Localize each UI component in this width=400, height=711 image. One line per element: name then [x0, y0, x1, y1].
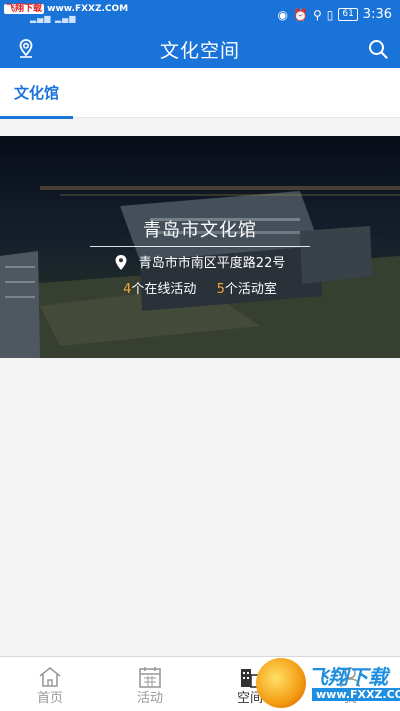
- map-pin-icon: [115, 255, 127, 270]
- venue-card[interactable]: 青岛市文化馆 青岛市市南区平度路22号 4个在线活动 5个活动室: [0, 136, 400, 358]
- signal-icon: ▂▄▆ ▂▄▆: [30, 14, 77, 23]
- page-title: 文化空间: [159, 40, 240, 62]
- online-activities-stat: 4个在线活动: [123, 282, 196, 297]
- rooms-label: 个活动室: [224, 282, 277, 297]
- battery-icon: 61: [338, 8, 358, 21]
- search-icon: [369, 40, 388, 59]
- search-button[interactable]: [366, 37, 390, 61]
- status-icons: ◉ ⏰ ⚲ ▯ 61 3:36: [278, 7, 393, 22]
- watermark-text: 飞翔下载: [308, 665, 388, 689]
- watermark-badge: 飞翔下载 www.FXXZ.COM: [252, 655, 400, 711]
- venue-divider: [90, 246, 310, 247]
- vibrate-icon: ▯: [326, 7, 334, 22]
- app-header: 文化空间: [0, 28, 400, 68]
- watermark-url-label: www.FXXZ.COM: [47, 4, 129, 14]
- tab-cultural-center[interactable]: 文化馆: [0, 68, 73, 119]
- alarm-icon: ⏰: [292, 7, 308, 22]
- watermark-logo: [256, 658, 306, 708]
- online-activities-label: 个在线活动: [131, 282, 197, 297]
- status-bar: 飞翔下载 www.FXXZ.COM ▂▄▆ ▂▄▆ ◉ ⏰ ⚲ ▯ 61 3:3…: [0, 0, 400, 28]
- card-overlay: [0, 136, 400, 358]
- tab-active-indicator: [0, 116, 73, 119]
- nav-label-activities: 活动: [136, 691, 163, 706]
- nav-label-home: 首页: [36, 691, 63, 706]
- venue-address-row: 青岛市市南区平度路22号: [0, 252, 400, 271]
- calendar-icon: [139, 667, 161, 688]
- venue-name: 青岛市文化馆: [143, 220, 257, 241]
- tab-bar: 文化馆: [0, 68, 400, 119]
- tab-label: 文化馆: [13, 84, 59, 102]
- rooms-stat: 5个活动室: [217, 282, 277, 297]
- nav-item-activities[interactable]: 活动: [100, 657, 200, 711]
- watermark-url: www.FXXZ.COM: [312, 688, 400, 701]
- status-time: 3:36: [362, 7, 392, 22]
- home-icon: [39, 666, 61, 687]
- location-status-icon: ⚲: [312, 7, 322, 22]
- eye-icon: ◉: [277, 7, 288, 22]
- nav-item-home[interactable]: 首页: [0, 657, 100, 711]
- rooms-count: 5: [216, 282, 225, 297]
- watermark-site-label: 飞翔下载: [4, 4, 45, 14]
- venue-stats: 4个在线活动 5个活动室: [0, 278, 400, 297]
- venue-address: 青岛市市南区平度路22号: [138, 256, 286, 271]
